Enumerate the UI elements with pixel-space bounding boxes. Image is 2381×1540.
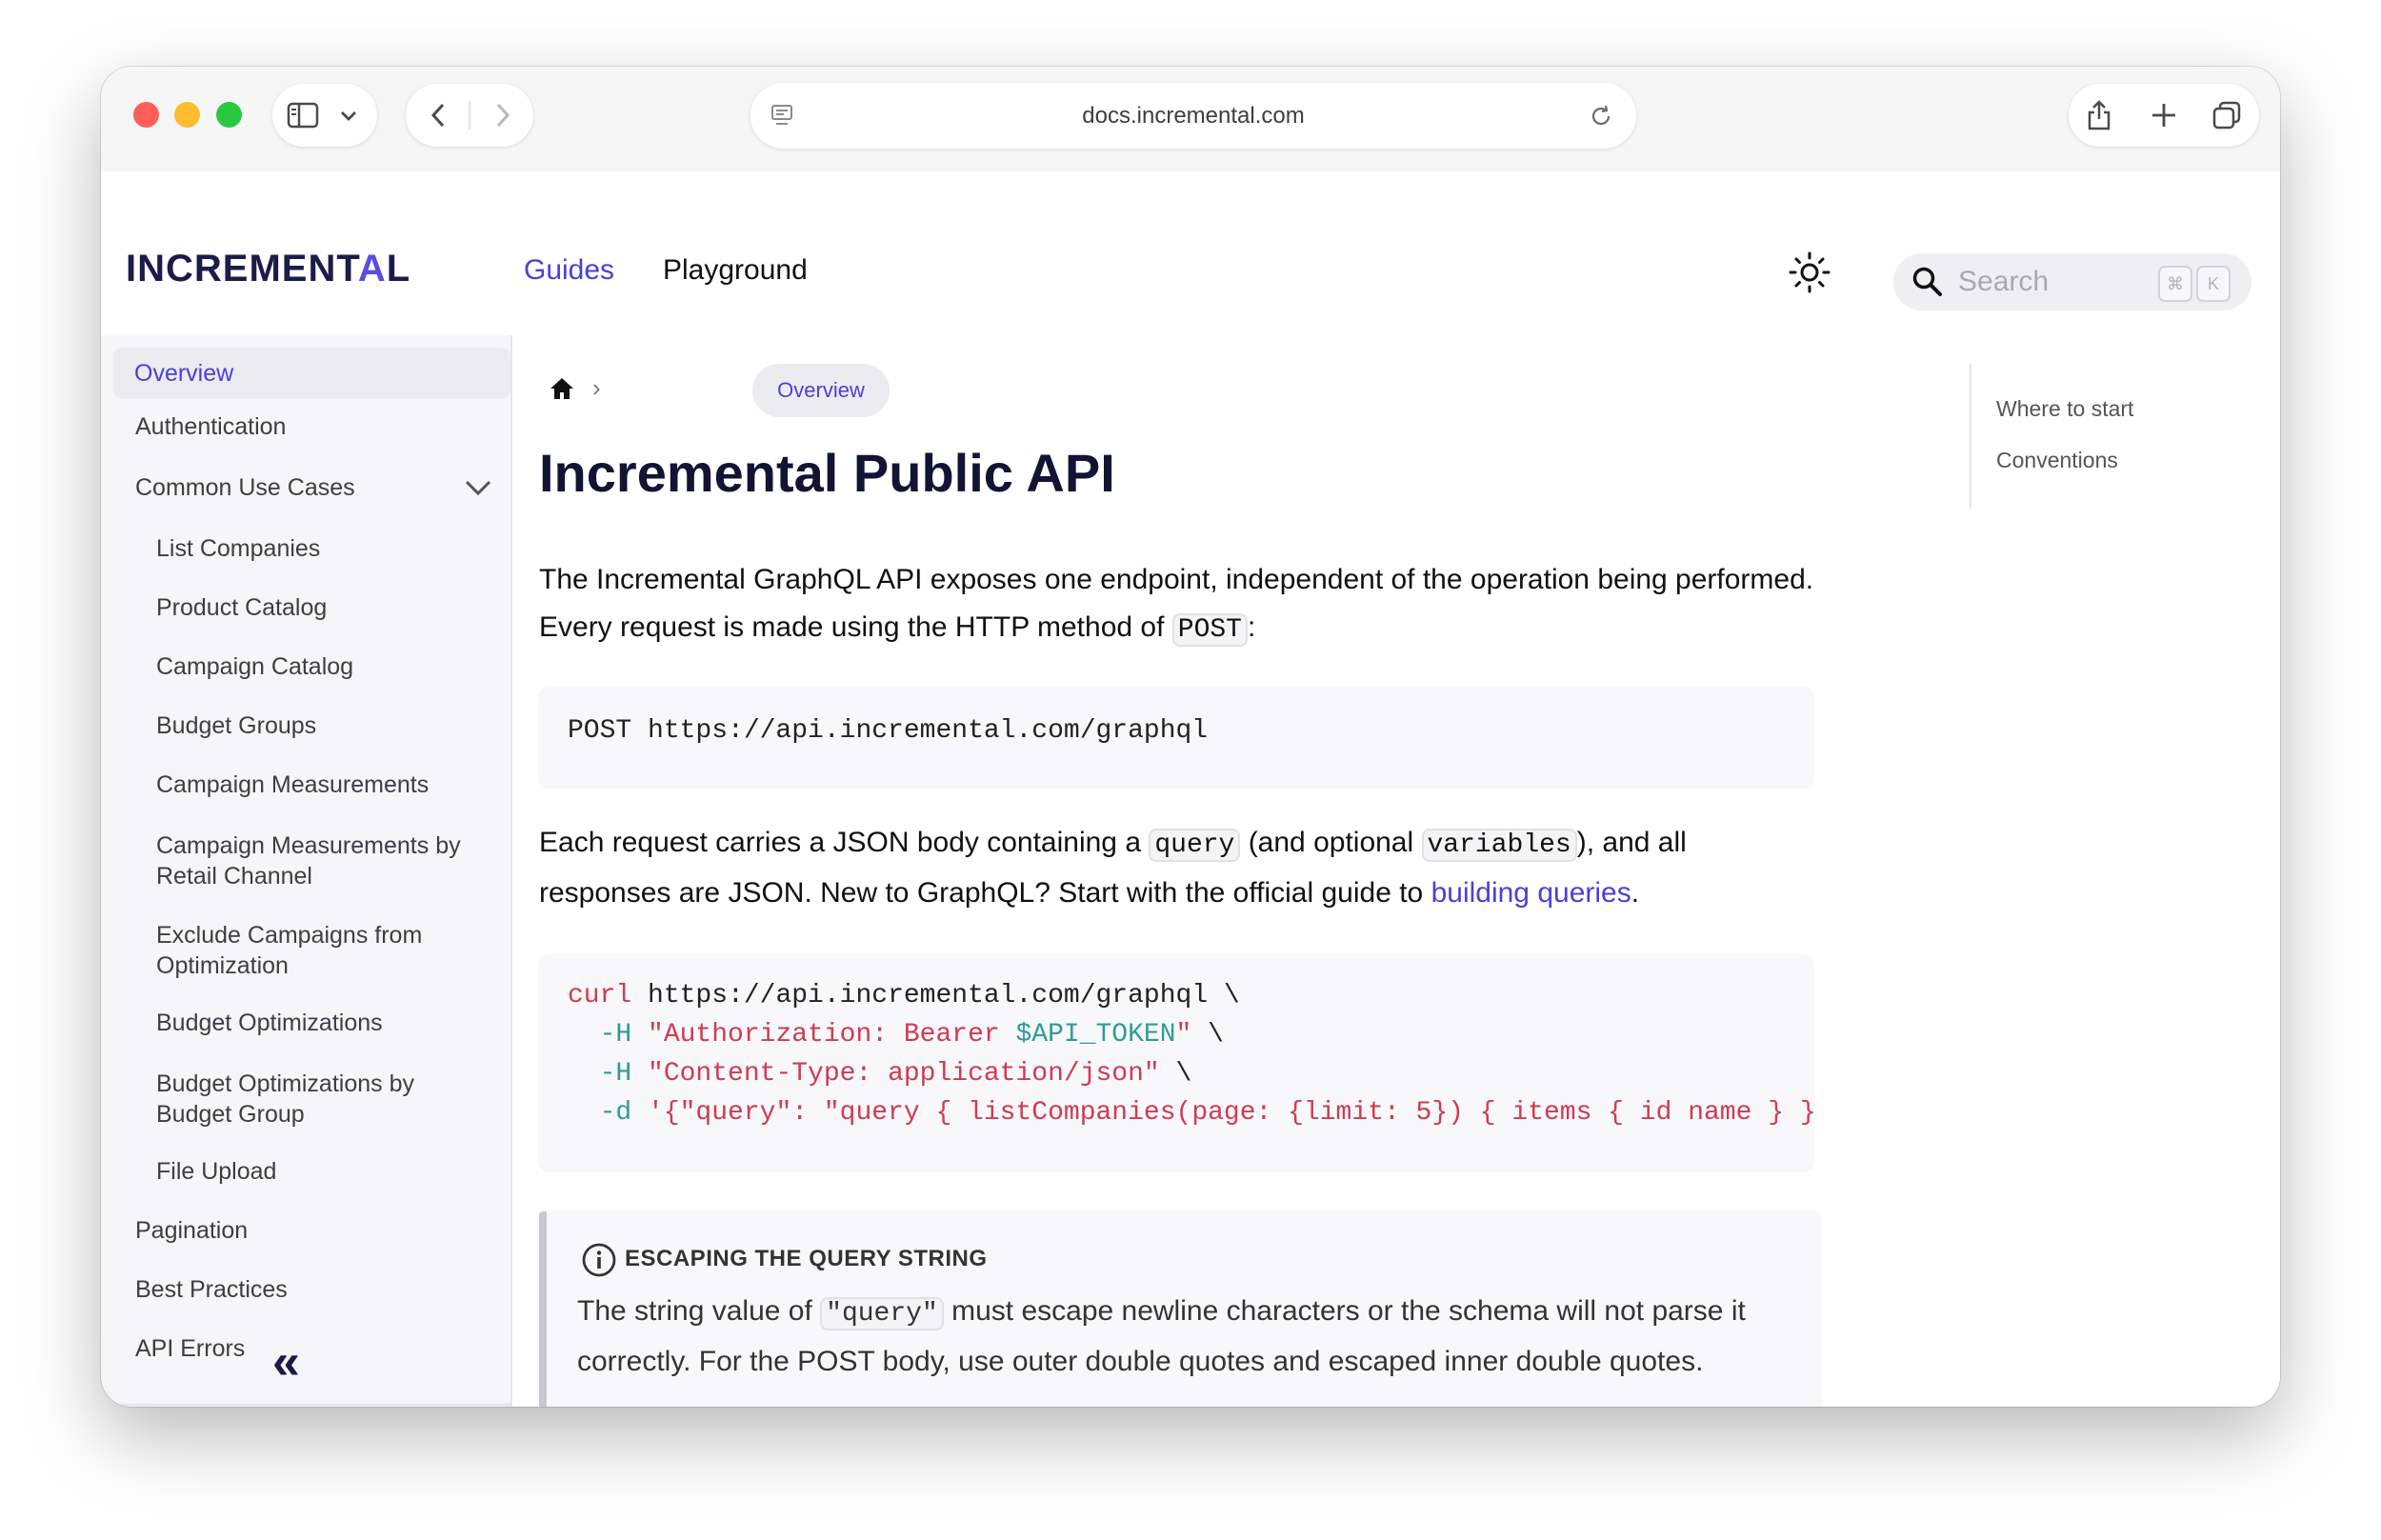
callout-title: ESCAPING THE QUERY STRING	[625, 1246, 988, 1271]
window-actions-group	[2069, 84, 2259, 147]
close-window-button[interactable]	[133, 102, 159, 128]
inline-code-query-string: "query"	[820, 1297, 944, 1330]
zoom-window-button[interactable]	[216, 102, 242, 128]
code-token: "Authorization: Bearer	[631, 1020, 1016, 1050]
sidebar-item-best-practices[interactable]: Best Practices	[135, 1276, 288, 1304]
code-line-3: -H "Content-Type: application/json" \	[568, 1059, 1192, 1089]
info-icon	[581, 1242, 617, 1278]
inline-code-variables: variables	[1421, 829, 1577, 862]
sidebar-item-pagination[interactable]: Pagination	[135, 1217, 248, 1245]
code-token: "	[1175, 1020, 1192, 1050]
sidebar-item-budget-optimizations-group[interactable]: Budget Optimizations by Budget Group	[156, 1069, 480, 1130]
sidebar-toggle-group[interactable]	[272, 84, 377, 147]
sidebar-item-label: Overview	[134, 360, 234, 387]
chevron-down-icon[interactable]	[463, 476, 495, 503]
request-text-2: (and optional	[1240, 827, 1422, 858]
code-line: POST https://api.incremental.com/graphql	[568, 716, 1209, 746]
new-tab-icon[interactable]	[2145, 97, 2183, 133]
toc-item-where-to-start[interactable]: Where to start	[1996, 396, 2133, 422]
address-bar[interactable]: docs.incremental.com	[750, 83, 1636, 149]
sidebar-item-overview[interactable]: Overview	[113, 348, 510, 399]
main-content: › Overview Incremental Public API The In…	[512, 335, 2280, 1407]
sidebar-divider	[101, 1404, 510, 1406]
code-token: -d	[568, 1098, 632, 1128]
code-block-curl: curl https://api.incremental.com/graphql…	[539, 954, 1813, 1170]
code-token: \	[1159, 1059, 1192, 1089]
logo-accent-letter: A	[357, 248, 387, 290]
sidebar-item-exclude-campaigns[interactable]: Exclude Campaigns from Optimization	[156, 920, 480, 981]
inline-code-post: POST	[1171, 613, 1248, 647]
code-token: -H	[568, 1059, 632, 1089]
collapse-sidebar-icon[interactable]: «	[272, 1333, 300, 1390]
callout-body: The string value of "query" must escape …	[577, 1288, 1806, 1386]
code-token: -H	[568, 1020, 632, 1050]
sidebar-item-authentication[interactable]: Authentication	[135, 413, 286, 441]
sidebar-item-list-companies[interactable]: List Companies	[156, 535, 320, 563]
shortcut-cmd-key: ⌘	[2158, 266, 2192, 302]
sidebar-item-budget-optimizations[interactable]: Budget Optimizations	[156, 1010, 383, 1037]
tab-overview-icon[interactable]	[2208, 97, 2246, 133]
nav-divider	[469, 101, 470, 130]
home-icon[interactable]	[549, 375, 575, 402]
code-block-endpoint: POST https://api.incremental.com/graphql	[539, 688, 1813, 787]
browser-window: docs.incremental.com INCREMENTAL Guides …	[101, 67, 2280, 1407]
minimize-window-button[interactable]	[174, 102, 200, 128]
building-queries-link[interactable]: building queries	[1431, 877, 1631, 909]
sidebar-item-campaign-catalog[interactable]: Campaign Catalog	[156, 653, 353, 681]
reload-icon[interactable]	[1587, 102, 1615, 130]
sidebar-icon[interactable]	[286, 99, 320, 131]
chevron-down-icon[interactable]	[335, 103, 362, 130]
code-token: '{"query": "query { listCompanies(page: …	[631, 1098, 1813, 1128]
breadcrumb-current[interactable]: Overview	[752, 364, 890, 417]
intro-paragraph: The Incremental GraphQL API exposes one …	[539, 556, 1815, 654]
code-token: \	[1191, 1020, 1224, 1050]
back-arrow-icon[interactable]	[423, 100, 453, 130]
sidebar-item-campaign-measurements[interactable]: Campaign Measurements	[156, 771, 429, 799]
nav-guides[interactable]: Guides	[524, 254, 614, 287]
forward-arrow-icon[interactable]	[488, 100, 518, 130]
code-token: $API_TOKEN	[1015, 1020, 1176, 1050]
search-icon	[1911, 265, 1945, 299]
logo-text-end: L	[386, 248, 411, 290]
site-header: INCREMENTAL Guides Playground Search ⌘ K	[101, 171, 2280, 337]
page-title: Incremental Public API	[539, 443, 1115, 503]
incremental-logo[interactable]: INCREMENTAL	[126, 248, 410, 290]
callout-text: The string value of	[577, 1295, 821, 1327]
nav-playground[interactable]: Playground	[663, 254, 808, 287]
code-token: https://api.incremental.com/graphql \	[631, 981, 1240, 1010]
toc-item-conventions[interactable]: Conventions	[1996, 448, 2118, 473]
sidebar-item-product-catalog[interactable]: Product Catalog	[156, 594, 327, 622]
breadcrumb-separator: ›	[592, 373, 601, 402]
code-line-4: -d '{"query": "query { listCompanies(pag…	[568, 1098, 1813, 1128]
sidebar-item-common-use-cases[interactable]: Common Use Cases	[135, 474, 355, 502]
code-token: "Content-Type: application/json"	[631, 1059, 1160, 1089]
request-text: Each request carries a JSON body contain…	[539, 827, 1150, 858]
sidebar-item-api-errors[interactable]: API Errors	[135, 1335, 245, 1363]
code-line-2: -H "Authorization: Bearer $API_TOKEN" \	[568, 1020, 1224, 1050]
inline-code-query: query	[1149, 829, 1241, 862]
theme-toggle-sun-icon[interactable]	[1787, 250, 1832, 295]
sidebar-item-campaign-measurements-retail[interactable]: Campaign Measurements by Retail Channel	[156, 830, 480, 891]
search-box[interactable]: Search ⌘ K	[1893, 253, 2251, 310]
shortcut-k-key: K	[2196, 266, 2231, 302]
url-text[interactable]: docs.incremental.com	[750, 83, 1636, 149]
code-token: curl	[568, 981, 632, 1010]
intro-text-end: :	[1247, 611, 1256, 643]
request-paragraph: Each request carries a JSON body contain…	[539, 819, 1815, 917]
logo-text: INCREMENT	[126, 248, 358, 290]
toc-border	[1970, 364, 1971, 509]
request-text-end: .	[1631, 877, 1640, 909]
share-icon[interactable]	[2080, 97, 2118, 133]
sidebar-item-file-upload[interactable]: File Upload	[156, 1158, 276, 1186]
code-line-1: curl https://api.incremental.com/graphql…	[568, 981, 1240, 1010]
sidebar-item-budget-groups[interactable]: Budget Groups	[156, 712, 316, 740]
history-nav-group	[406, 84, 533, 147]
browser-toolbar: docs.incremental.com	[101, 67, 2280, 171]
search-placeholder: Search	[1958, 266, 2050, 297]
info-callout: ESCAPING THE QUERY STRING The string val…	[539, 1211, 1821, 1407]
docs-sidebar: Overview Authentication Common Use Cases…	[101, 335, 512, 1407]
